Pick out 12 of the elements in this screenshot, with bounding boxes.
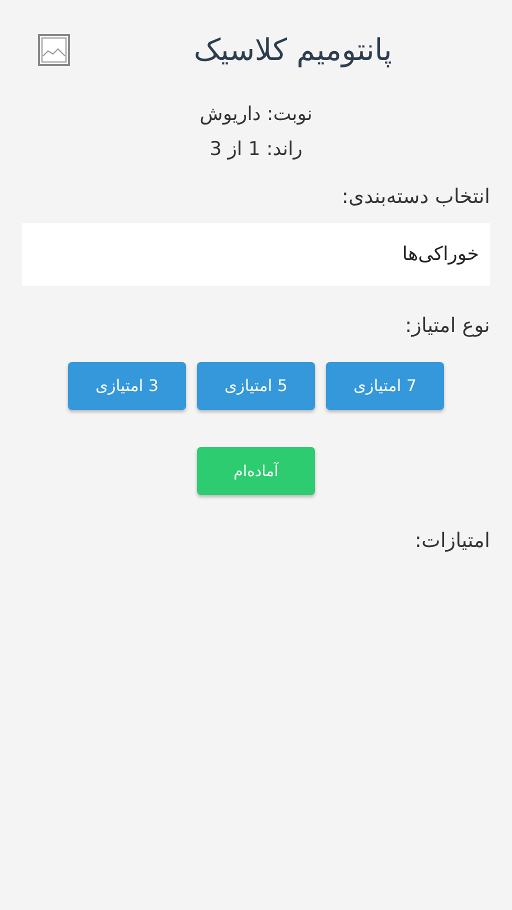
points-option-button[interactable]: 7 امتیازی <box>326 362 444 410</box>
category-field[interactable]: خوراکی‌ها <box>22 223 490 286</box>
category-label: انتخاب دسته‌بندی: <box>340 183 490 210</box>
points-option-button[interactable]: 3 امتیازی <box>68 362 186 410</box>
turn-text: نوبت: داریوش <box>200 102 312 127</box>
round-text: راند: 1 از 3 <box>210 136 302 162</box>
scores-label: امتیازات: <box>414 527 490 554</box>
points-type-label: نوع امتیاز: <box>404 312 490 339</box>
ready-button[interactable]: آماده‌ام <box>197 447 315 495</box>
page-title: پانتومیم کلاسیک <box>194 32 392 70</box>
image-icon <box>38 34 70 66</box>
points-option-button[interactable]: 5 امتیازی <box>197 362 315 410</box>
